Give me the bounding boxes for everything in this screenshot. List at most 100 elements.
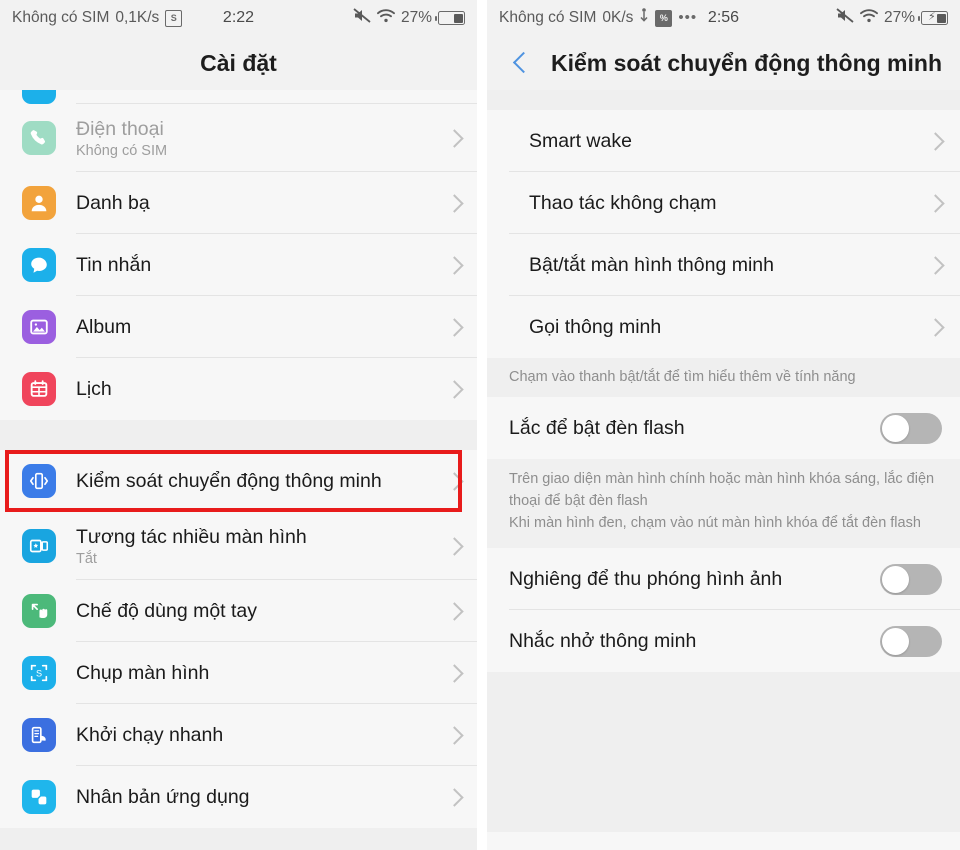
chevron-right-icon (445, 255, 464, 275)
list-item-text: Bật/tắt màn hình thông minh (529, 253, 929, 277)
list-item-smart-call[interactable]: Gọi thông minh (487, 296, 960, 358)
album-icon (22, 310, 56, 344)
chevron-right-icon (926, 131, 945, 151)
toggle-hint-text: Chạm vào thanh bật/tắt để tìm hiểu thêm … (487, 358, 960, 398)
carrier-label: Không có SIM (499, 9, 597, 26)
chevron-right-icon (445, 128, 464, 148)
one-hand-icon (22, 594, 56, 628)
partial-row-top[interactable] (0, 90, 477, 104)
battery-percent-label: 27% (400, 9, 432, 26)
right-title-bar: Kiểm soát chuyển động thông minh (487, 36, 960, 90)
list-item[interactable]: Tương tác nhiều màn hình Tắt (0, 512, 477, 580)
svg-text:S: S (36, 669, 42, 679)
status-bar-right-group: 27% (353, 8, 465, 28)
motion-control-icon (22, 464, 56, 498)
more-dots-icon: ••• (678, 9, 698, 26)
calendar-icon (22, 372, 56, 406)
page-title: Kiểm soát chuyển động thông minh (551, 49, 942, 76)
list-item-text: Kiểm soát chuyển động thông minh (76, 469, 448, 493)
list-item-text: Nhân bản ứng dụng (76, 785, 448, 809)
toggle-row-smart-reminder[interactable]: Nhắc nhở thông minh (487, 610, 960, 673)
toggle-label: Nhắc nhở thông minh (509, 630, 697, 653)
chevron-right-icon (445, 536, 464, 556)
left-status-bar: Không có SIM 0,1K/s S 2:22 27% (0, 0, 477, 36)
chevron-right-icon (445, 471, 464, 491)
panel-separator (477, 0, 487, 850)
list-item-label: Smart wake (529, 129, 632, 152)
chevron-right-icon (445, 193, 464, 213)
status-bar-right-group: 27% ⚡ (836, 8, 948, 28)
list-item-sublabel: Tắt (76, 551, 97, 568)
list-item-text: Lịch (76, 377, 448, 401)
list-item-touchless[interactable]: Thao tác không chạm (487, 172, 960, 234)
list-item[interactable]: S Chụp màn hình (0, 642, 477, 704)
list-item-label: Điện thoại (76, 117, 164, 140)
list-item-text: Tương tác nhiều màn hình Tắt (76, 525, 448, 567)
list-item-label: Tin nhắn (76, 253, 152, 276)
list-item-label: Nhân bản ứng dụng (76, 785, 250, 808)
list-item-label: Tương tác nhiều màn hình (76, 525, 307, 548)
chevron-right-icon (445, 601, 464, 621)
back-chevron-icon[interactable] (509, 52, 531, 74)
right-phone-screen: Không có SIM 0K/s % ••• 2:56 27% ⚡ Kiểm … (487, 0, 960, 850)
partial-app-icon (22, 90, 56, 104)
list-item-label: Kiểm soát chuyển động thông minh (76, 469, 382, 492)
list-item[interactable]: Danh bạ (0, 172, 477, 234)
quick-launch-icon (22, 718, 56, 752)
motion-nav-list: Smart wake Thao tác không chạm Bật/tắt m… (487, 110, 960, 358)
list-item-motion-control[interactable]: Kiểm soát chuyển động thông minh (0, 450, 477, 512)
list-item-smart-wake[interactable]: Smart wake (487, 110, 960, 172)
list-item[interactable]: Điện thoại Không có SIM (0, 104, 477, 172)
wifi-icon (377, 8, 395, 28)
list-item[interactable]: Chế độ dùng một tay (0, 580, 477, 642)
left-settings-body: Điện thoại Không có SIM Danh bạ Tin nhắn… (0, 90, 477, 850)
left-title-bar: Cài đặt (0, 36, 477, 90)
list-item[interactable]: Album (0, 296, 477, 358)
phone-icon (22, 121, 56, 155)
chevron-right-icon (445, 317, 464, 337)
list-item[interactable]: Lịch (0, 358, 477, 420)
multi-screen-icon (22, 529, 56, 563)
tilt-zoom-toggle[interactable] (880, 563, 942, 595)
list-item-label: Bật/tắt màn hình thông minh (529, 253, 774, 276)
list-item-sublabel: Không có SIM (76, 143, 168, 160)
toggle-label: Lắc để bật đèn flash (509, 416, 685, 439)
flash-description-text: Trên giao diện màn hình chính hoặc màn h… (487, 459, 960, 549)
left-list-bottom-gap (0, 828, 477, 850)
list-item-text: Khởi chạy nhanh (76, 723, 448, 747)
list-item[interactable]: Khởi chạy nhanh (0, 704, 477, 766)
usb-icon (639, 7, 649, 29)
list-item-text: Gọi thông minh (529, 315, 929, 339)
list-item-label: Thao tác không chạm (529, 191, 717, 214)
battery-percent-label: 27% (883, 9, 915, 26)
battery-charging-icon: ⚡ (918, 11, 948, 25)
chevron-right-icon (445, 379, 464, 399)
toggle-row-tilt-zoom[interactable]: Nghiêng để thu phóng hình ảnh (487, 548, 960, 611)
list-item-label: Gọi thông minh (529, 315, 662, 338)
chevron-right-icon (926, 193, 945, 213)
top-gap (487, 90, 960, 110)
screenshot-icon: S (165, 9, 183, 27)
smart-reminder-toggle[interactable] (880, 625, 942, 657)
chevron-right-icon (445, 787, 464, 807)
list-item-label: Chế độ dùng một tay (76, 599, 258, 622)
list-item-label: Khởi chạy nhanh (76, 723, 224, 746)
mute-icon (836, 8, 854, 28)
toggle-row-shake-flash[interactable]: Lắc để bật đèn flash (487, 397, 960, 460)
data-rate-label: 0,1K/s (115, 9, 160, 26)
list-item[interactable]: Tin nhắn (0, 234, 477, 296)
shake-flash-toggle[interactable] (880, 412, 942, 444)
contacts-icon (22, 186, 56, 220)
list-item-text: Chế độ dùng một tay (76, 599, 448, 623)
list-item-label: Danh bạ (76, 191, 150, 214)
status-bar-left-group: Không có SIM 0K/s % ••• (499, 7, 698, 29)
settings-list-apps: Điện thoại Không có SIM Danh bạ Tin nhắn… (0, 104, 477, 420)
dual-screenshot-container: Không có SIM 0,1K/s S 2:22 27% Cài đặt Đ… (0, 0, 960, 850)
status-bar-left-group: Không có SIM 0,1K/s S (12, 9, 183, 27)
chevron-right-icon (926, 255, 945, 275)
list-item-smart-screen-toggle[interactable]: Bật/tắt màn hình thông minh (487, 234, 960, 296)
app-clone-icon (22, 780, 56, 814)
right-list-bottom-gap (487, 672, 960, 833)
list-item[interactable]: Nhân bản ứng dụng (0, 766, 477, 828)
message-icon (22, 248, 56, 282)
